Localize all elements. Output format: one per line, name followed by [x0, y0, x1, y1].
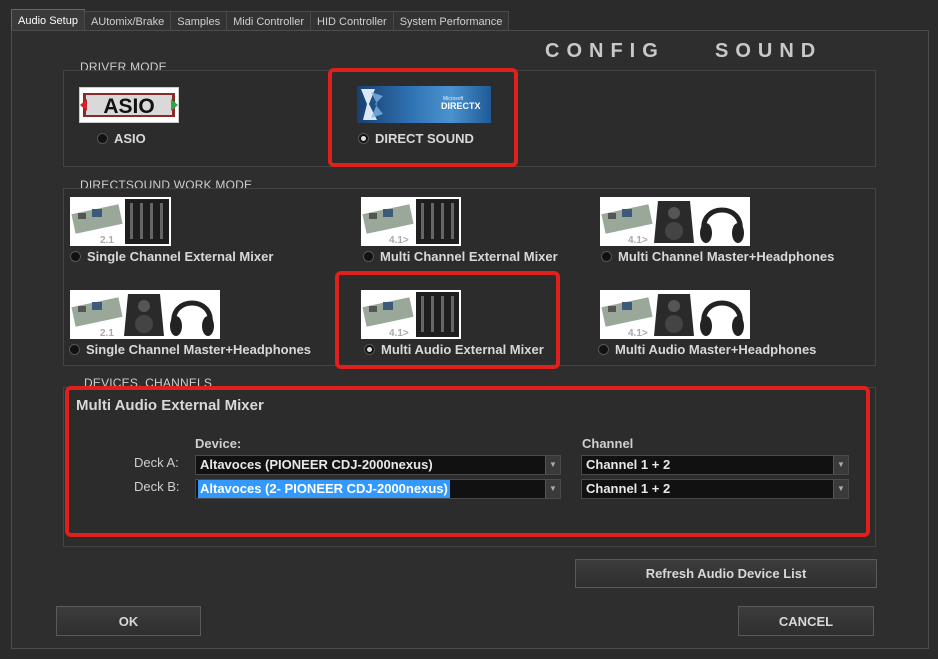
asio-radio-option[interactable]: ASIO	[97, 131, 146, 146]
mode-option-single-channel-external-mixer[interactable]: Single Channel External Mixer	[70, 249, 273, 264]
mode-option-multi-audio-master-headphones[interactable]: Multi Audio Master+Headphones	[598, 342, 816, 357]
refresh-audio-device-list-button[interactable]: Refresh Audio Device List	[575, 559, 877, 588]
mode-option-label: Multi Channel External Mixer	[380, 249, 558, 264]
soundcard-speaker-headphones-graphic: 2.1	[71, 294, 214, 339]
soundcard-mixer-image[interactable]: 4.1>	[361, 197, 461, 246]
mode-option-label: Multi Channel Master+Headphones	[618, 249, 835, 264]
tab-automix-brake[interactable]: AUtomix/Brake	[83, 11, 172, 31]
badge-text-1: 2.1	[100, 235, 114, 246]
mode-radio-3[interactable]	[601, 251, 612, 262]
tab-samples[interactable]: Samples	[170, 11, 228, 31]
soundcard-speaker-headphones-image[interactable]: 4.1>	[600, 290, 750, 339]
asio-logo-text: ASIO	[103, 95, 154, 118]
badge-text-6: 4.1>	[628, 328, 648, 339]
cancel-button[interactable]: CANCEL	[738, 606, 874, 636]
mode-option-label: Single Channel External Mixer	[87, 249, 274, 264]
mode-radio-4[interactable]	[69, 344, 80, 355]
mode-radio-2[interactable]	[363, 251, 374, 262]
asio-radio-label: ASIO	[114, 131, 146, 146]
asio-radio[interactable]	[97, 133, 108, 144]
tab-hid-controller[interactable]: HID Controller	[310, 11, 394, 31]
mode-option-multi-channel-external-mixer[interactable]: Multi Channel External Mixer	[363, 249, 558, 264]
mode-radio-1[interactable]	[70, 251, 81, 262]
badge-text-3: 4.1>	[628, 235, 648, 246]
mode-option-label: Single Channel Master+Headphones	[86, 342, 312, 357]
soundcard-mixer-graphic: 2.1	[71, 199, 169, 246]
ok-button[interactable]: OK	[56, 606, 201, 636]
tab-audio-setup[interactable]: Audio Setup	[11, 9, 85, 31]
highlight-multi-audio-external-mixer	[335, 271, 560, 369]
soundcard-mixer-image[interactable]: 2.1	[70, 197, 171, 246]
soundcard-speaker-headphones-image[interactable]: 4.1>	[600, 197, 750, 246]
mode-option-label: Multi Audio Master+Headphones	[615, 342, 817, 357]
highlight-devices-section	[65, 386, 870, 537]
soundcard-mixer-graphic: 4.1>	[362, 199, 459, 246]
highlight-direct-sound	[328, 68, 518, 167]
soundcard-speaker-headphones-image[interactable]: 2.1	[70, 290, 220, 339]
badge-text-2: 4.1>	[389, 235, 409, 246]
asio-logo[interactable]: ASIO	[79, 87, 179, 123]
soundcard-speaker-headphones-graphic: 4.1>	[601, 294, 744, 339]
badge-text-4: 2.1	[100, 328, 114, 339]
mode-option-multi-channel-master-headphones[interactable]: Multi Channel Master+Headphones	[601, 249, 834, 264]
tab-system-performance[interactable]: System Performance	[392, 11, 510, 31]
asio-logo-graphic: ASIO	[80, 93, 178, 118]
tab-bar: Audio Setup AUtomix/Brake Samples Midi C…	[11, 9, 510, 31]
page-title: CONFIG SOUND	[545, 40, 823, 62]
tab-midi-controller[interactable]: Midi Controller	[226, 11, 312, 31]
soundcard-speaker-headphones-graphic: 4.1>	[601, 201, 744, 246]
mode-radio-6[interactable]	[598, 344, 609, 355]
mode-option-single-channel-master-headphones[interactable]: Single Channel Master+Headphones	[69, 342, 311, 357]
